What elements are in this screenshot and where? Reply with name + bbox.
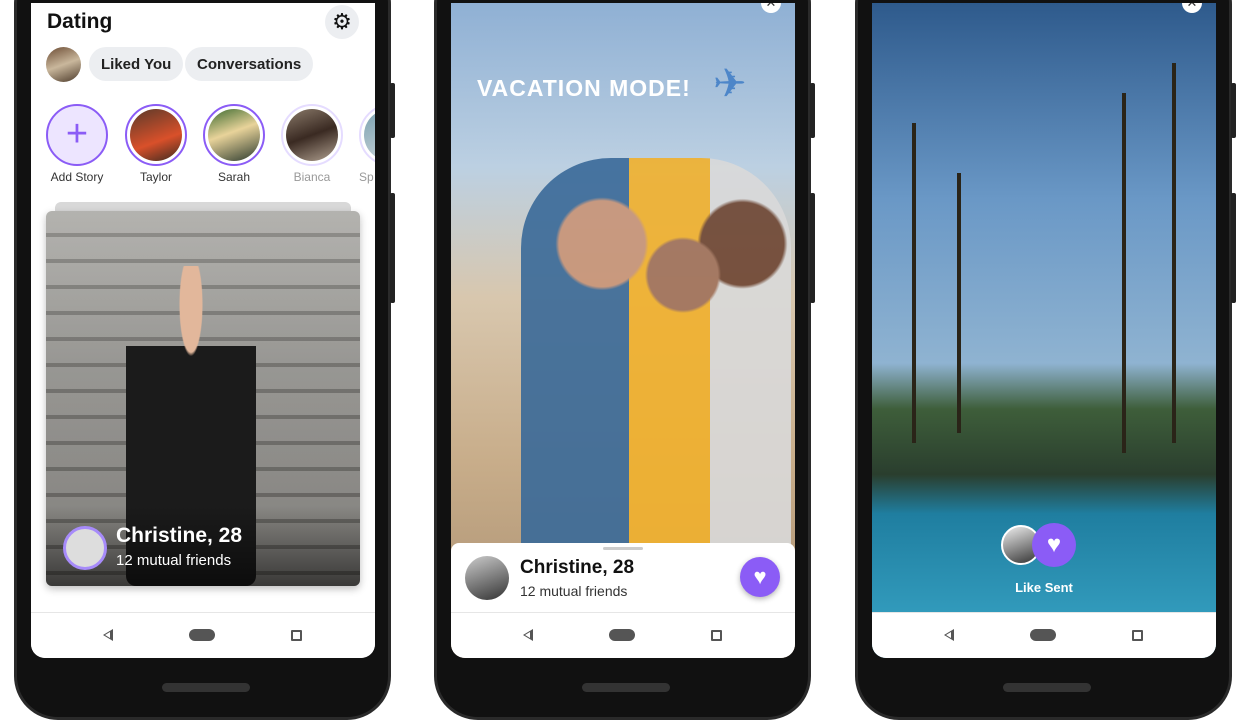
avatar — [208, 109, 260, 161]
plus-icon: + — [46, 104, 108, 166]
mutual-friends: 12 mutual friends — [116, 552, 232, 569]
story-label: Taylor — [139, 170, 172, 184]
page-title: Dating — [47, 10, 113, 33]
android-nav-bar — [872, 612, 1216, 658]
story-label: Bianca — [293, 170, 331, 184]
like-sent-screen: ✕ ♥ Like Sent — [872, 3, 1216, 658]
android-nav-bar — [451, 612, 795, 658]
drag-handle[interactable] — [603, 547, 643, 550]
friends-photo — [521, 158, 791, 548]
profile-name: Christine, 28 — [116, 524, 243, 547]
back-icon[interactable] — [103, 629, 113, 641]
story-taylor[interactable]: Taylor — [125, 104, 187, 184]
phone-3: ✕ ♥ Like Sent — [855, 0, 1236, 720]
gear-icon[interactable]: ⚙ — [325, 5, 359, 39]
tab-liked-you[interactable]: Liked You — [89, 47, 184, 81]
heart-icon: ♥ — [753, 564, 767, 589]
home-icon[interactable] — [609, 629, 635, 641]
tab-conversations[interactable]: Conversations — [185, 47, 314, 81]
avatar — [364, 109, 375, 161]
avatar — [130, 109, 182, 161]
story-caption: VACATION MODE! — [477, 75, 691, 101]
story-label: Sp — [359, 170, 374, 184]
story-label: Sarah — [217, 170, 251, 184]
phone-1: Dating ⚙ Liked You Conversations + Add S… — [14, 0, 395, 720]
avatar — [465, 556, 509, 600]
recents-icon[interactable] — [1132, 630, 1143, 641]
story-bianca[interactable]: Bianca — [281, 104, 343, 184]
like-button[interactable]: ♥ — [740, 557, 780, 597]
airplane-icon: ✈ — [713, 62, 747, 106]
dating-home-screen: Dating ⚙ Liked You Conversations + Add S… — [31, 3, 375, 658]
story-screen: VACATION MODE! ✈ ✕ Christine, 28 12 mutu… — [451, 3, 795, 658]
add-story-button[interactable]: + Add Story — [46, 104, 108, 184]
home-icon[interactable] — [189, 629, 215, 641]
avatar — [63, 526, 107, 570]
profile-avatar[interactable] — [46, 47, 81, 82]
android-nav-bar — [31, 612, 375, 658]
recents-icon[interactable] — [291, 630, 302, 641]
profile-card[interactable]: Christine, 28 12 mutual friends — [46, 211, 360, 586]
back-icon[interactable] — [523, 629, 533, 641]
heart-icon: ♥ — [1032, 523, 1076, 567]
phone-2: VACATION MODE! ✈ ✕ Christine, 28 12 mutu… — [434, 0, 815, 720]
story-label: Add Story — [50, 170, 104, 184]
home-icon[interactable] — [1030, 629, 1056, 641]
story-sarah[interactable]: Sarah — [203, 104, 265, 184]
profile-sheet[interactable]: Christine, 28 12 mutual friends ♥ — [451, 543, 795, 613]
like-sent-label: Like Sent — [1015, 580, 1073, 595]
profile-name: Christine, 28 — [520, 557, 635, 578]
back-icon[interactable] — [944, 629, 954, 641]
mutual-friends: 12 mutual friends — [520, 583, 628, 599]
story-partial[interactable]: Sp — [359, 104, 375, 184]
recents-icon[interactable] — [711, 630, 722, 641]
avatar — [286, 109, 338, 161]
